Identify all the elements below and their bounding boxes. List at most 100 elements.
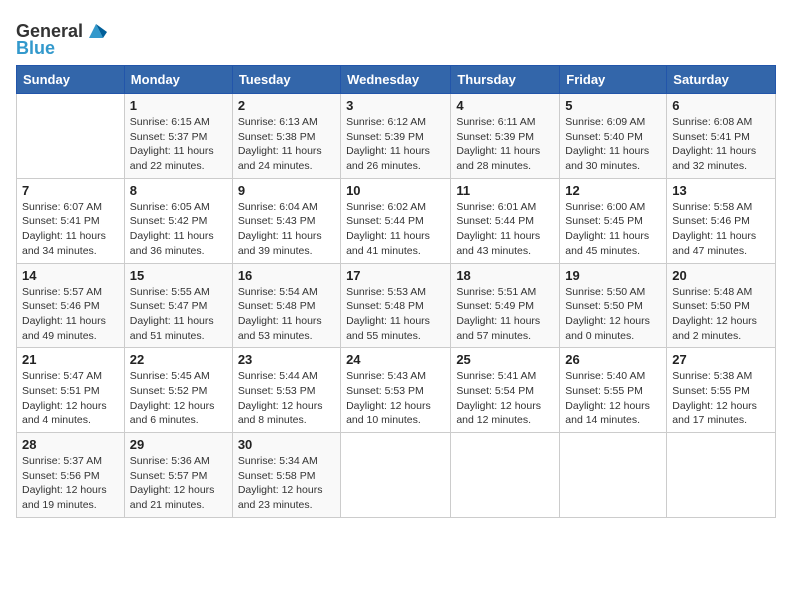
day-number: 20 [672, 268, 770, 283]
calendar-header-row: SundayMondayTuesdayWednesdayThursdayFrid… [17, 66, 776, 94]
column-header-monday: Monday [124, 66, 232, 94]
calendar-week-row: 1 Sunrise: 6:15 AMSunset: 5:37 PMDaylight… [17, 94, 776, 179]
calendar-cell: 13 Sunrise: 5:58 AMSunset: 5:46 PMDayligh… [667, 178, 776, 263]
calendar-week-row: 14 Sunrise: 5:57 AMSunset: 5:46 PMDayligh… [17, 263, 776, 348]
calendar-cell: 7 Sunrise: 6:07 AMSunset: 5:41 PMDaylight… [17, 178, 125, 263]
calendar-cell: 28 Sunrise: 5:37 AMSunset: 5:56 PMDayligh… [17, 433, 125, 518]
day-number: 18 [456, 268, 554, 283]
day-info: Sunrise: 5:36 AMSunset: 5:57 PMDaylight:… [130, 454, 227, 513]
calendar-cell: 26Sunrise: 5:40 AMSunset: 5:55 PMDayligh… [560, 348, 667, 433]
day-number: 15 [130, 268, 227, 283]
day-info: Sunrise: 5:37 AMSunset: 5:56 PMDaylight:… [22, 454, 119, 513]
day-info: Sunrise: 6:15 AMSunset: 5:37 PMDaylight:… [130, 115, 227, 174]
calendar-week-row: 7 Sunrise: 6:07 AMSunset: 5:41 PMDaylight… [17, 178, 776, 263]
column-header-sunday: Sunday [17, 66, 125, 94]
day-info: Sunrise: 5:50 AMSunset: 5:50 PMDaylight:… [565, 285, 661, 344]
calendar-cell: 23 Sunrise: 5:44 AMSunset: 5:53 PMDayligh… [232, 348, 340, 433]
calendar-cell [341, 433, 451, 518]
day-info: Sunrise: 5:55 AMSunset: 5:47 PMDaylight:… [130, 285, 227, 344]
day-number: 9 [238, 183, 335, 198]
day-number: 26 [565, 352, 661, 367]
calendar-cell: 22 Sunrise: 5:45 AMSunset: 5:52 PMDayligh… [124, 348, 232, 433]
calendar-cell: 30 Sunrise: 5:34 AMSunset: 5:58 PMDayligh… [232, 433, 340, 518]
calendar-cell: 9 Sunrise: 6:04 AMSunset: 5:43 PMDaylight… [232, 178, 340, 263]
column-header-saturday: Saturday [667, 66, 776, 94]
day-info: Sunrise: 5:43 AMSunset: 5:53 PMDaylight:… [346, 369, 445, 428]
calendar-cell: 3Sunrise: 6:12 AMSunset: 5:39 PMDaylight… [341, 94, 451, 179]
day-info: Sunrise: 5:54 AMSunset: 5:48 PMDaylight:… [238, 285, 335, 344]
calendar-cell: 29 Sunrise: 5:36 AMSunset: 5:57 PMDayligh… [124, 433, 232, 518]
day-number: 5 [565, 98, 661, 113]
column-header-friday: Friday [560, 66, 667, 94]
day-info: Sunrise: 5:45 AMSunset: 5:52 PMDaylight:… [130, 369, 227, 428]
day-number: 22 [130, 352, 227, 367]
day-number: 30 [238, 437, 335, 452]
calendar-cell [17, 94, 125, 179]
day-info: Sunrise: 5:57 AMSunset: 5:46 PMDaylight:… [22, 285, 119, 344]
calendar-cell: 21 Sunrise: 5:47 AMSunset: 5:51 PMDayligh… [17, 348, 125, 433]
day-info: Sunrise: 6:04 AMSunset: 5:43 PMDaylight:… [238, 200, 335, 259]
day-info: Sunrise: 6:13 AMSunset: 5:38 PMDaylight:… [238, 115, 335, 174]
day-number: 4 [456, 98, 554, 113]
day-number: 12 [565, 183, 661, 198]
day-info: Sunrise: 6:00 AMSunset: 5:45 PMDaylight:… [565, 200, 661, 259]
calendar-cell: 8 Sunrise: 6:05 AMSunset: 5:42 PMDaylight… [124, 178, 232, 263]
day-number: 23 [238, 352, 335, 367]
calendar-cell [667, 433, 776, 518]
day-number: 17 [346, 268, 445, 283]
calendar-cell: 27 Sunrise: 5:38 AMSunset: 5:55 PMDayligh… [667, 348, 776, 433]
calendar-cell: 24 Sunrise: 5:43 AMSunset: 5:53 PMDayligh… [341, 348, 451, 433]
day-info: Sunrise: 6:02 AMSunset: 5:44 PMDaylight:… [346, 200, 445, 259]
day-info: Sunrise: 5:41 AMSunset: 5:54 PMDaylight:… [456, 369, 554, 428]
day-number: 29 [130, 437, 227, 452]
calendar-cell: 15 Sunrise: 5:55 AMSunset: 5:47 PMDayligh… [124, 263, 232, 348]
day-number: 16 [238, 268, 335, 283]
calendar-cell [560, 433, 667, 518]
day-number: 21 [22, 352, 119, 367]
day-number: 13 [672, 183, 770, 198]
day-info: Sunrise: 6:11 AMSunset: 5:39 PMDaylight:… [456, 115, 554, 174]
day-number: 1 [130, 98, 227, 113]
logo-blue-text: Blue [16, 38, 55, 59]
column-header-thursday: Thursday [451, 66, 560, 94]
column-header-wednesday: Wednesday [341, 66, 451, 94]
day-number: 6 [672, 98, 770, 113]
day-info: Sunrise: 6:07 AMSunset: 5:41 PMDaylight:… [22, 200, 119, 259]
day-info: Sunrise: 5:58 AMSunset: 5:46 PMDaylight:… [672, 200, 770, 259]
day-info: Sunrise: 5:34 AMSunset: 5:58 PMDaylight:… [238, 454, 335, 513]
day-number: 7 [22, 183, 119, 198]
day-number: 14 [22, 268, 119, 283]
day-number: 25 [456, 352, 554, 367]
logo: General Blue [16, 16, 107, 59]
page-header: General Blue [16, 16, 776, 59]
calendar-table: SundayMondayTuesdayWednesdayThursdayFrid… [16, 65, 776, 518]
calendar-cell: 6Sunrise: 6:08 AMSunset: 5:41 PMDaylight… [667, 94, 776, 179]
day-number: 27 [672, 352, 770, 367]
day-info: Sunrise: 6:05 AMSunset: 5:42 PMDaylight:… [130, 200, 227, 259]
day-info: Sunrise: 5:44 AMSunset: 5:53 PMDaylight:… [238, 369, 335, 428]
calendar-cell: 17Sunrise: 5:53 AMSunset: 5:48 PMDayligh… [341, 263, 451, 348]
calendar-week-row: 28 Sunrise: 5:37 AMSunset: 5:56 PMDayligh… [17, 433, 776, 518]
day-number: 3 [346, 98, 445, 113]
calendar-cell: 10 Sunrise: 6:02 AMSunset: 5:44 PMDayligh… [341, 178, 451, 263]
day-info: Sunrise: 5:47 AMSunset: 5:51 PMDaylight:… [22, 369, 119, 428]
day-number: 2 [238, 98, 335, 113]
calendar-cell: 19 Sunrise: 5:50 AMSunset: 5:50 PMDayligh… [560, 263, 667, 348]
day-number: 24 [346, 352, 445, 367]
day-info: Sunrise: 5:51 AMSunset: 5:49 PMDaylight:… [456, 285, 554, 344]
calendar-cell [451, 433, 560, 518]
day-number: 19 [565, 268, 661, 283]
calendar-cell: 18 Sunrise: 5:51 AMSunset: 5:49 PMDayligh… [451, 263, 560, 348]
calendar-cell: 16 Sunrise: 5:54 AMSunset: 5:48 PMDayligh… [232, 263, 340, 348]
day-info: Sunrise: 5:48 AMSunset: 5:50 PMDaylight:… [672, 285, 770, 344]
calendar-cell: 11Sunrise: 6:01 AMSunset: 5:44 PMDayligh… [451, 178, 560, 263]
day-number: 28 [22, 437, 119, 452]
day-number: 8 [130, 183, 227, 198]
logo-icon [85, 20, 107, 42]
day-number: 10 [346, 183, 445, 198]
column-header-tuesday: Tuesday [232, 66, 340, 94]
calendar-cell: 25 Sunrise: 5:41 AMSunset: 5:54 PMDayligh… [451, 348, 560, 433]
calendar-cell: 2 Sunrise: 6:13 AMSunset: 5:38 PMDaylight… [232, 94, 340, 179]
day-info: Sunrise: 5:38 AMSunset: 5:55 PMDaylight:… [672, 369, 770, 428]
calendar-cell: 12 Sunrise: 6:00 AMSunset: 5:45 PMDayligh… [560, 178, 667, 263]
